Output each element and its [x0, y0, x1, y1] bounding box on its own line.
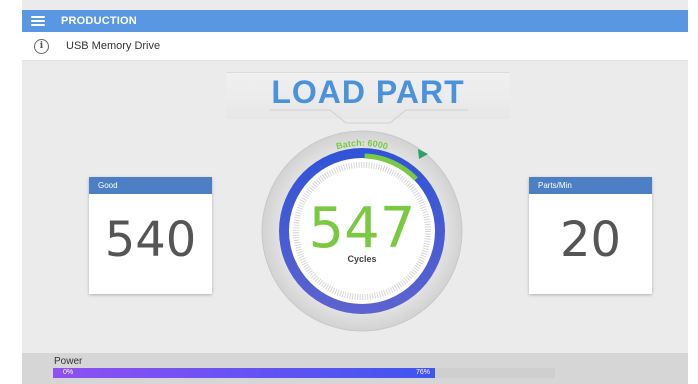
cycles-value: 547 [309, 196, 416, 261]
power-panel: Power 0% 76% [22, 353, 688, 384]
cycles-label: Cycles [347, 254, 376, 264]
power-value-label: 76% [415, 369, 430, 376]
cycle-gauge: Batch: 6000 547 Cycles [261, 130, 463, 332]
power-label: Power [54, 356, 83, 367]
power-bar: 0% 76% [53, 368, 555, 378]
power-min-label: 0% [63, 369, 74, 376]
power-bar-fill: 0% 76% [53, 368, 435, 378]
